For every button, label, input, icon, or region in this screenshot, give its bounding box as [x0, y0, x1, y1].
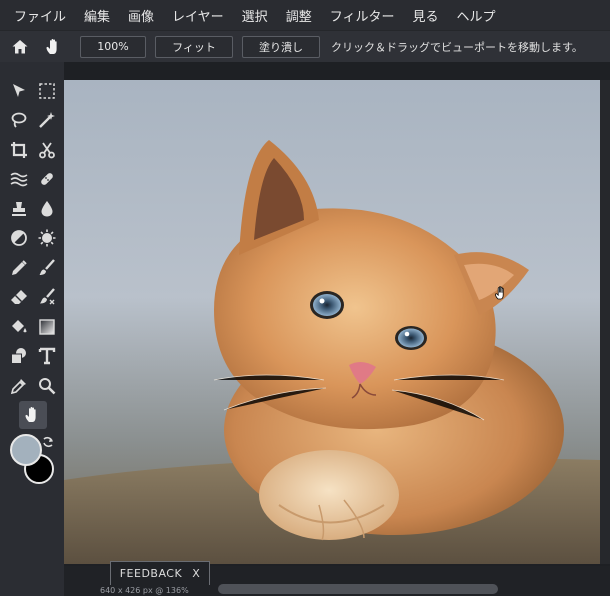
magic-wand-tool-icon[interactable]: [34, 107, 60, 133]
toolbox: [0, 62, 64, 596]
menu-view[interactable]: 見る: [412, 6, 438, 25]
menu-file[interactable]: ファイル: [14, 6, 66, 25]
marquee-tool-icon[interactable]: [34, 78, 60, 104]
text-tool-icon[interactable]: [34, 343, 60, 369]
dodge-tool-icon[interactable]: [6, 225, 32, 251]
menu-adjust[interactable]: 調整: [286, 6, 312, 25]
fit-button[interactable]: フィット: [155, 35, 233, 58]
liquify-tool-icon[interactable]: [6, 166, 32, 192]
menu-filter[interactable]: フィルター: [330, 6, 395, 25]
crop-tool-icon[interactable]: [6, 137, 32, 163]
menu-layer[interactable]: レイヤー: [172, 6, 224, 25]
brush-icon[interactable]: [34, 255, 60, 281]
zoom-100-button[interactable]: 100%: [80, 35, 146, 58]
options-bar: 100% フィット 塗り潰し クリック＆ドラッグでビューポートを移動します。: [0, 30, 610, 62]
gradient-icon[interactable]: [34, 314, 60, 340]
move-tool-icon[interactable]: [6, 78, 32, 104]
sponge-tool-icon[interactable]: [34, 225, 60, 251]
shape-tool-icon[interactable]: [6, 343, 32, 369]
hand-tool-icon[interactable]: [19, 401, 47, 429]
horizontal-scrollbar-thumb[interactable]: [218, 584, 498, 594]
blur-drop-icon[interactable]: [34, 196, 60, 222]
menu-image[interactable]: 画像: [128, 6, 154, 25]
menu-edit[interactable]: 編集: [84, 6, 110, 25]
hand-icon[interactable]: [42, 35, 66, 59]
eraser-icon[interactable]: [6, 284, 32, 310]
feedback-tab[interactable]: FEEDBACK X: [110, 561, 210, 585]
paint-bucket-icon[interactable]: [6, 314, 32, 340]
pencil-icon[interactable]: [6, 255, 32, 281]
foreground-color-swatch[interactable]: [10, 434, 42, 466]
clone-stamp-icon[interactable]: [6, 196, 32, 222]
kitten-photo[interactable]: [64, 80, 600, 564]
hint-text: クリック＆ドラッグでビューポートを移動します。: [331, 40, 583, 54]
canvas-workspace[interactable]: [64, 62, 610, 596]
color-replace-icon[interactable]: [34, 284, 60, 310]
app-window: ファイル 編集 画像 レイヤー 選択 調整 フィルター 見る ヘルプ 100% …: [0, 0, 610, 596]
zoom-tool-icon[interactable]: [34, 373, 60, 399]
feedback-close-button[interactable]: X: [192, 567, 200, 580]
menu-select[interactable]: 選択: [242, 6, 268, 25]
eyedropper-icon[interactable]: [6, 373, 32, 399]
swap-colors-icon[interactable]: [40, 434, 56, 450]
vertical-scrollbar[interactable]: [600, 80, 610, 564]
feedback-label[interactable]: FEEDBACK: [120, 567, 182, 580]
lasso-tool-icon[interactable]: [6, 107, 32, 133]
scissors-icon[interactable]: [34, 137, 60, 163]
home-icon[interactable]: [8, 35, 32, 59]
image-status-text: 640 x 426 px @ 136%: [100, 586, 189, 595]
healing-tool-icon[interactable]: [34, 166, 60, 192]
menu-help[interactable]: ヘルプ: [456, 6, 495, 25]
menu-bar: ファイル 編集 画像 レイヤー 選択 調整 フィルター 見る ヘルプ: [0, 0, 610, 30]
fill-button[interactable]: 塗り潰し: [242, 35, 320, 58]
